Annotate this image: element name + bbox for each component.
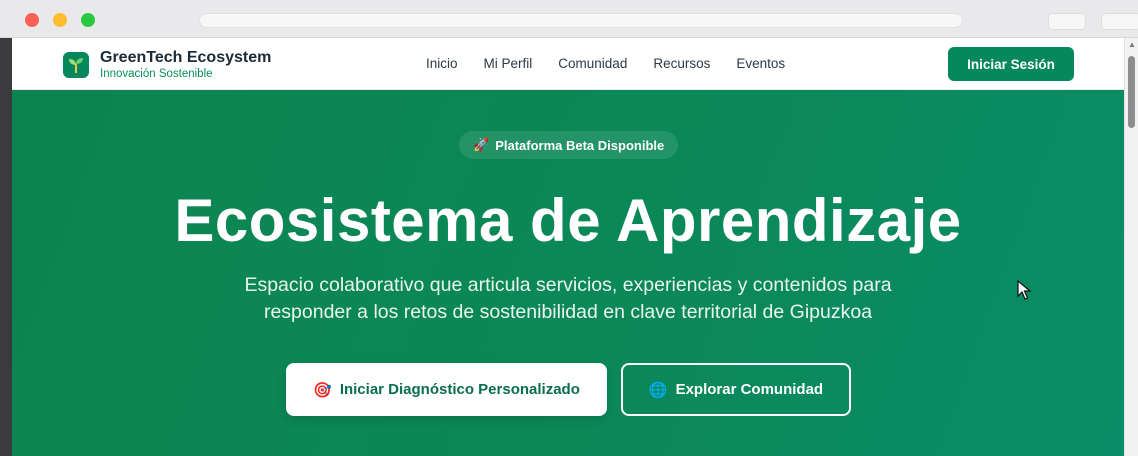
globe-icon: 🌐 — [648, 381, 668, 399]
nav-link-inicio[interactable]: Inicio — [426, 56, 458, 71]
start-diagnosis-button[interactable]: 🎯 Iniciar Diagnóstico Personalizado — [286, 363, 607, 416]
minimize-window-button[interactable] — [53, 13, 67, 27]
address-bar[interactable] — [199, 13, 963, 28]
nav-links: Inicio Mi Perfil Comunidad Recursos Even… — [426, 56, 811, 71]
maximize-window-button[interactable] — [81, 13, 95, 27]
explore-community-label: Explorar Comunidad — [675, 381, 824, 398]
nav-link-eventos[interactable]: Eventos — [736, 56, 785, 71]
beta-badge-label: Plataforma Beta Disponible — [495, 137, 665, 153]
hero-title: Ecosistema de Aprendizaje — [174, 187, 962, 254]
beta-badge: 🚀 Plataforma Beta Disponible — [459, 131, 679, 159]
nav-link-comunidad[interactable]: Comunidad — [558, 56, 627, 71]
target-icon: 🎯 — [313, 381, 332, 399]
login-button[interactable]: Iniciar Sesión — [948, 47, 1074, 81]
browser-window: GreenTech Ecosystem Innovación Sostenibl… — [0, 0, 1138, 456]
mouse-pointer-icon — [1017, 280, 1031, 300]
page-viewport: GreenTech Ecosystem Innovación Sostenibl… — [12, 38, 1124, 456]
browser-toolbar — [0, 0, 1138, 38]
rocket-icon: 🚀 — [473, 137, 490, 152]
nav-link-mi-perfil[interactable]: Mi Perfil — [484, 56, 533, 71]
scrollbar-thumb[interactable] — [1128, 56, 1135, 128]
scroll-up-icon[interactable]: ▲ — [1128, 40, 1136, 49]
window-edge — [0, 38, 12, 456]
brand-subtitle: Innovación Sostenible — [100, 68, 213, 80]
explore-community-button[interactable]: 🌐 Explorar Comunidad — [621, 363, 851, 416]
hero-description: Espacio colaborativo que articula servic… — [192, 272, 944, 326]
hero-description-line: responder a los retos de sostenibilidad … — [263, 301, 873, 323]
hero-section: 🚀 Plataforma Beta Disponible Ecosistema … — [12, 90, 1124, 456]
brand-title[interactable]: GreenTech Ecosystem — [100, 49, 271, 67]
start-diagnosis-label: Iniciar Diagnóstico Personalizado — [339, 381, 580, 398]
hero-description-line: Espacio colaborativo que articula servic… — [244, 274, 892, 296]
sprout-logo-icon[interactable] — [63, 52, 89, 78]
nav-link-recursos[interactable]: Recursos — [653, 56, 710, 71]
toolbar-button[interactable] — [1048, 13, 1086, 30]
page-scrollbar[interactable]: ▲ — [1124, 38, 1138, 456]
navbar: GreenTech Ecosystem Innovación Sostenibl… — [12, 38, 1124, 90]
toolbar-button[interactable] — [1101, 13, 1138, 30]
close-window-button[interactable] — [25, 13, 39, 27]
